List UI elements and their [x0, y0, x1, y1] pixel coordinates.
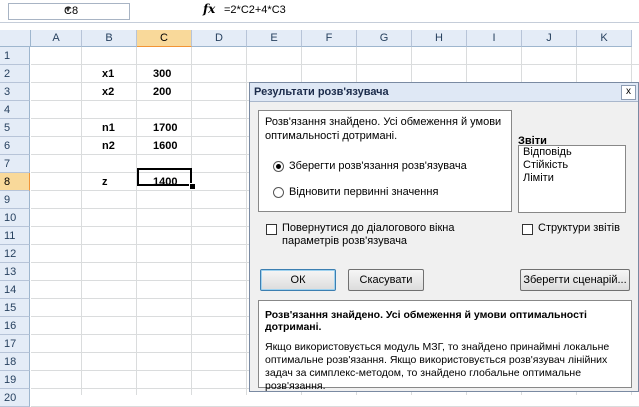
solution-options-box: Розв'язання знайдено. Усі обмеження й ум… — [258, 110, 512, 212]
cell-c3[interactable]: 200 — [153, 83, 171, 101]
row-gridline — [31, 64, 639, 65]
active-cell-border — [137, 168, 192, 186]
column-gridline — [81, 47, 82, 395]
cancel-button[interactable]: Скасувати — [348, 269, 424, 291]
report-item-sensitivity[interactable]: Стійкість — [519, 159, 625, 172]
row-header-18[interactable]: 18 — [0, 353, 30, 371]
row-header-11[interactable]: 11 — [0, 227, 30, 245]
row-header-2[interactable]: 2 — [0, 65, 30, 83]
column-header-e[interactable]: E — [247, 30, 302, 47]
row-header-17[interactable]: 17 — [0, 335, 30, 353]
report-item-answer[interactable]: Відповідь — [519, 146, 625, 159]
column-header-a[interactable]: A — [31, 30, 82, 47]
return-to-params-checkbox[interactable] — [266, 224, 277, 235]
column-header-c[interactable]: C — [137, 30, 192, 47]
row-header-5[interactable]: 5 — [0, 119, 30, 137]
keep-solution-radio[interactable] — [273, 161, 284, 172]
reports-listbox[interactable]: Відповідь Стійкість Ліміти — [518, 145, 626, 213]
cell-b2[interactable]: x1 — [102, 65, 114, 83]
row-header-10[interactable]: 10 — [0, 209, 30, 227]
column-gridline — [136, 47, 137, 395]
dialog-title: Результати розв'язувача — [254, 86, 389, 98]
row-header-15[interactable]: 15 — [0, 299, 30, 317]
return-to-params-label[interactable]: Повернутися до діалогового вікна парамет… — [282, 222, 512, 248]
name-box[interactable]: C8 ▼ — [8, 3, 130, 20]
close-icon[interactable]: x — [621, 85, 636, 100]
row-header-9[interactable]: 9 — [0, 191, 30, 209]
cell-c2[interactable]: 300 — [153, 65, 171, 83]
row-header-16[interactable]: 16 — [0, 317, 30, 335]
column-header-g[interactable]: G — [357, 30, 412, 47]
keep-solution-label[interactable]: Зберегти розв'язання розв'язувача — [289, 160, 467, 172]
solver-results-dialog: Результати розв'язувача x Розв'язання зн… — [249, 82, 639, 392]
row-header-14[interactable]: 14 — [0, 281, 30, 299]
formula-bar: C8 ▼ fx =2*C2+4*C3 — [0, 0, 639, 23]
outline-reports-checkbox[interactable] — [522, 224, 533, 235]
cell-b5[interactable]: n1 — [102, 119, 115, 137]
column-header-d[interactable]: D — [192, 30, 247, 47]
ok-button[interactable]: ОК — [260, 269, 336, 291]
outline-reports-label[interactable]: Структури звітів — [538, 222, 620, 235]
row-header-6[interactable]: 6 — [0, 137, 30, 155]
row-header-3[interactable]: 3 — [0, 83, 30, 101]
select-all-corner[interactable] — [0, 30, 31, 47]
save-scenario-button[interactable]: Зберегти сценарій... — [520, 269, 630, 291]
row-header-13[interactable]: 13 — [0, 263, 30, 281]
row-header-20[interactable]: 20 — [0, 389, 30, 407]
row-header-7[interactable]: 7 — [0, 155, 30, 173]
column-header-i[interactable]: I — [467, 30, 522, 47]
info-title: Розв'язання знайдено. Усі обмеження й ум… — [265, 309, 587, 333]
column-gridline — [246, 47, 247, 395]
column-header-f[interactable]: F — [302, 30, 357, 47]
cell-b8[interactable]: z — [102, 173, 108, 191]
row-header-4[interactable]: 4 — [0, 101, 30, 119]
row-header-8[interactable]: 8 — [0, 173, 30, 191]
solver-message: Розв'язання знайдено. Усі обмеження й ум… — [265, 116, 502, 142]
column-header-k[interactable]: K — [577, 30, 632, 47]
row-header-12[interactable]: 12 — [0, 245, 30, 263]
formula-input[interactable]: =2*C2+4*C3 — [224, 4, 286, 16]
cell-c6[interactable]: 1600 — [153, 137, 177, 155]
function-icon[interactable]: fx — [203, 2, 215, 16]
info-body: Якщо використовується модуль МЗГ, то зна… — [265, 341, 610, 392]
restore-values-label[interactable]: Відновити первинні значення — [289, 186, 438, 198]
fill-handle[interactable] — [189, 183, 196, 190]
row-header-1[interactable]: 1 — [0, 47, 30, 65]
restore-values-radio[interactable] — [273, 187, 284, 198]
cell-c5[interactable]: 1700 — [153, 119, 177, 137]
info-box: Розв'язання знайдено. Усі обмеження й ум… — [258, 300, 632, 392]
column-gridline — [191, 47, 192, 395]
report-item-limits[interactable]: Ліміти — [519, 172, 625, 185]
row-header-19[interactable]: 19 — [0, 371, 30, 389]
column-header-h[interactable]: H — [412, 30, 467, 47]
column-header-b[interactable]: B — [82, 30, 137, 47]
cell-b6[interactable]: n2 — [102, 137, 115, 155]
chevron-down-icon[interactable]: ▼ — [64, 5, 126, 14]
dialog-title-bar: Результати розв'язувача x — [250, 83, 638, 102]
column-header-j[interactable]: J — [522, 30, 577, 47]
cell-b3[interactable]: x2 — [102, 83, 114, 101]
